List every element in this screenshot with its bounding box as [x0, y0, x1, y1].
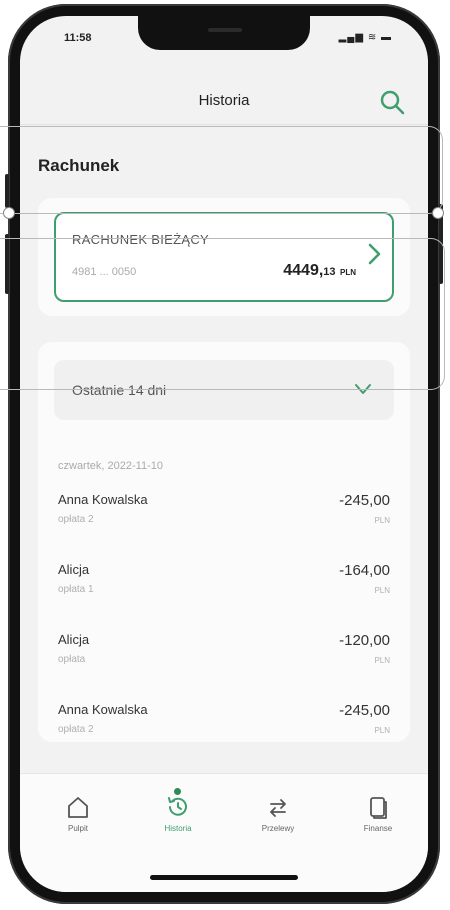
home-indicator	[150, 875, 298, 880]
transaction-description: opłata 2	[58, 514, 94, 525]
history-card: Ostatnie 14 dni czwartek, 2022-11-10 Ann…	[38, 342, 410, 742]
active-tab-indicator	[174, 788, 181, 795]
transaction-name: Alicja	[58, 562, 90, 577]
transaction-description: opłata 2	[58, 724, 94, 735]
transaction-name: Anna Kowalska	[58, 702, 148, 717]
transaction-description: opłata 1	[58, 584, 94, 595]
tab-pulpit[interactable]: Pulpit	[38, 788, 118, 848]
transaction-row[interactable]: Anna Kowalska opłata 2 -245,00 PLN	[58, 492, 390, 552]
page-title: Historia	[198, 92, 250, 109]
app-header: Historia	[20, 60, 428, 125]
tab-przelewy[interactable]: Przelewy	[238, 788, 318, 848]
transaction-row[interactable]: Alicja opłata 1 -164,00 PLN	[58, 562, 390, 622]
history-icon	[168, 797, 187, 816]
tab-label: Pulpit	[67, 824, 88, 833]
callout-dot-right	[432, 207, 444, 219]
search-button[interactable]	[378, 88, 406, 116]
transaction-name: Anna Kowalska	[58, 492, 148, 507]
callout-line-period	[0, 238, 445, 390]
transaction-currency: PLN	[374, 586, 390, 595]
tab-finanse[interactable]: Finanse	[338, 788, 418, 848]
search-icon	[380, 90, 405, 115]
transaction-currency: PLN	[374, 516, 390, 525]
transaction-currency: PLN	[374, 726, 390, 735]
transaction-currency: PLN	[374, 656, 390, 665]
bottom-tab-bar: Pulpit Historia Przelewy Finanse	[20, 773, 428, 892]
transaction-row[interactable]: Alicja opłata -120,00 PLN	[58, 632, 390, 692]
tab-label: Historia	[164, 824, 192, 833]
status-time: 11:58	[64, 32, 92, 44]
transaction-amount: -164,00	[339, 562, 390, 579]
transaction-description: opłata	[58, 654, 86, 665]
status-icons: ▂▄▆ ≋ ▬	[338, 32, 392, 43]
callout-dot-left	[3, 207, 15, 219]
tab-historia[interactable]: Historia	[138, 788, 218, 848]
transaction-amount: -245,00	[339, 492, 390, 509]
tab-label: Finanse	[363, 824, 393, 833]
notch	[138, 16, 310, 50]
callout-line-account	[0, 126, 443, 214]
date-header: czwartek, 2022-11-10	[58, 460, 163, 472]
transaction-amount: -245,00	[339, 702, 390, 719]
transaction-name: Alicja	[58, 632, 90, 647]
transaction-amount: -120,00	[339, 632, 390, 649]
finance-icon	[370, 797, 387, 819]
tab-label: Przelewy	[261, 824, 295, 833]
transfer-icon	[270, 799, 286, 817]
transaction-row[interactable]: Anna Kowalska opłata 2 -245,00 PLN	[58, 702, 390, 762]
home-icon	[68, 797, 88, 818]
